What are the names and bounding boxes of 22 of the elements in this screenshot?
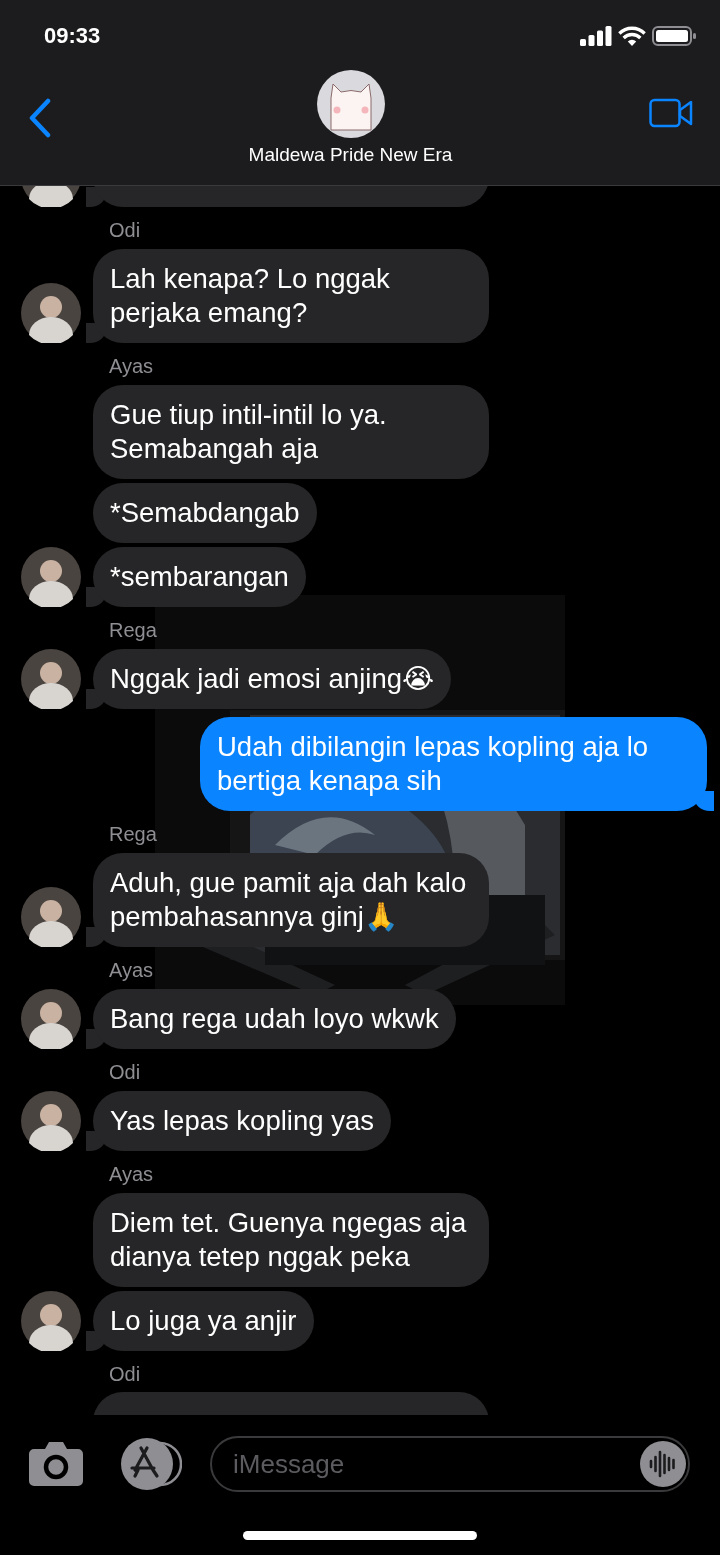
message-field[interactable]: iMessage (210, 1436, 690, 1492)
sender-name: Ayas (109, 354, 155, 378)
sender-name: Ayas (109, 1162, 155, 1186)
message-bubble[interactable]: Udah dibilangin lepas kopling aja lo bertiga kenapa sih (200, 717, 707, 811)
sender-name: Rega (109, 618, 158, 642)
message-bubble[interactable]: Aduh, gue pamit aja dah kalo pembahasannya ginj🙏 (93, 853, 489, 947)
message-bubble[interactable]: *sembarangan (93, 547, 306, 607)
sender-name: Rega (109, 822, 158, 846)
sender-name: Odi (109, 1362, 142, 1386)
conversation-title[interactable]: Maldewa Pride New Era (248, 144, 453, 166)
status-time: 09:33 (44, 23, 101, 49)
message-bubble[interactable]: Lo juga ya anjir (93, 1291, 314, 1351)
message-bubble[interactable]: Yas lepas kopling yas (93, 1091, 391, 1151)
message-bubble[interactable]: Gue tiup intil-intil lo ya. Semabangah aja (93, 385, 489, 479)
message-bubble[interactable]: Nggak jadi emosi anjing😭 (93, 649, 452, 709)
sender-name: Odi (109, 1060, 142, 1084)
message-bubble[interactable]: Lah kenapa? Lo nggak perjaka emang? (93, 249, 489, 343)
message-bubble[interactable]: Bang rega udah loyo wkwk (93, 989, 456, 1049)
message-bubble[interactable]: *Semabdangab (93, 483, 317, 543)
sender-name: Odi (109, 218, 142, 242)
message-bubble[interactable]: Diem tet. Guenya ngegas aja dianya tetep nggak peka (93, 1193, 489, 1287)
sender-name: Ayas (109, 958, 155, 982)
